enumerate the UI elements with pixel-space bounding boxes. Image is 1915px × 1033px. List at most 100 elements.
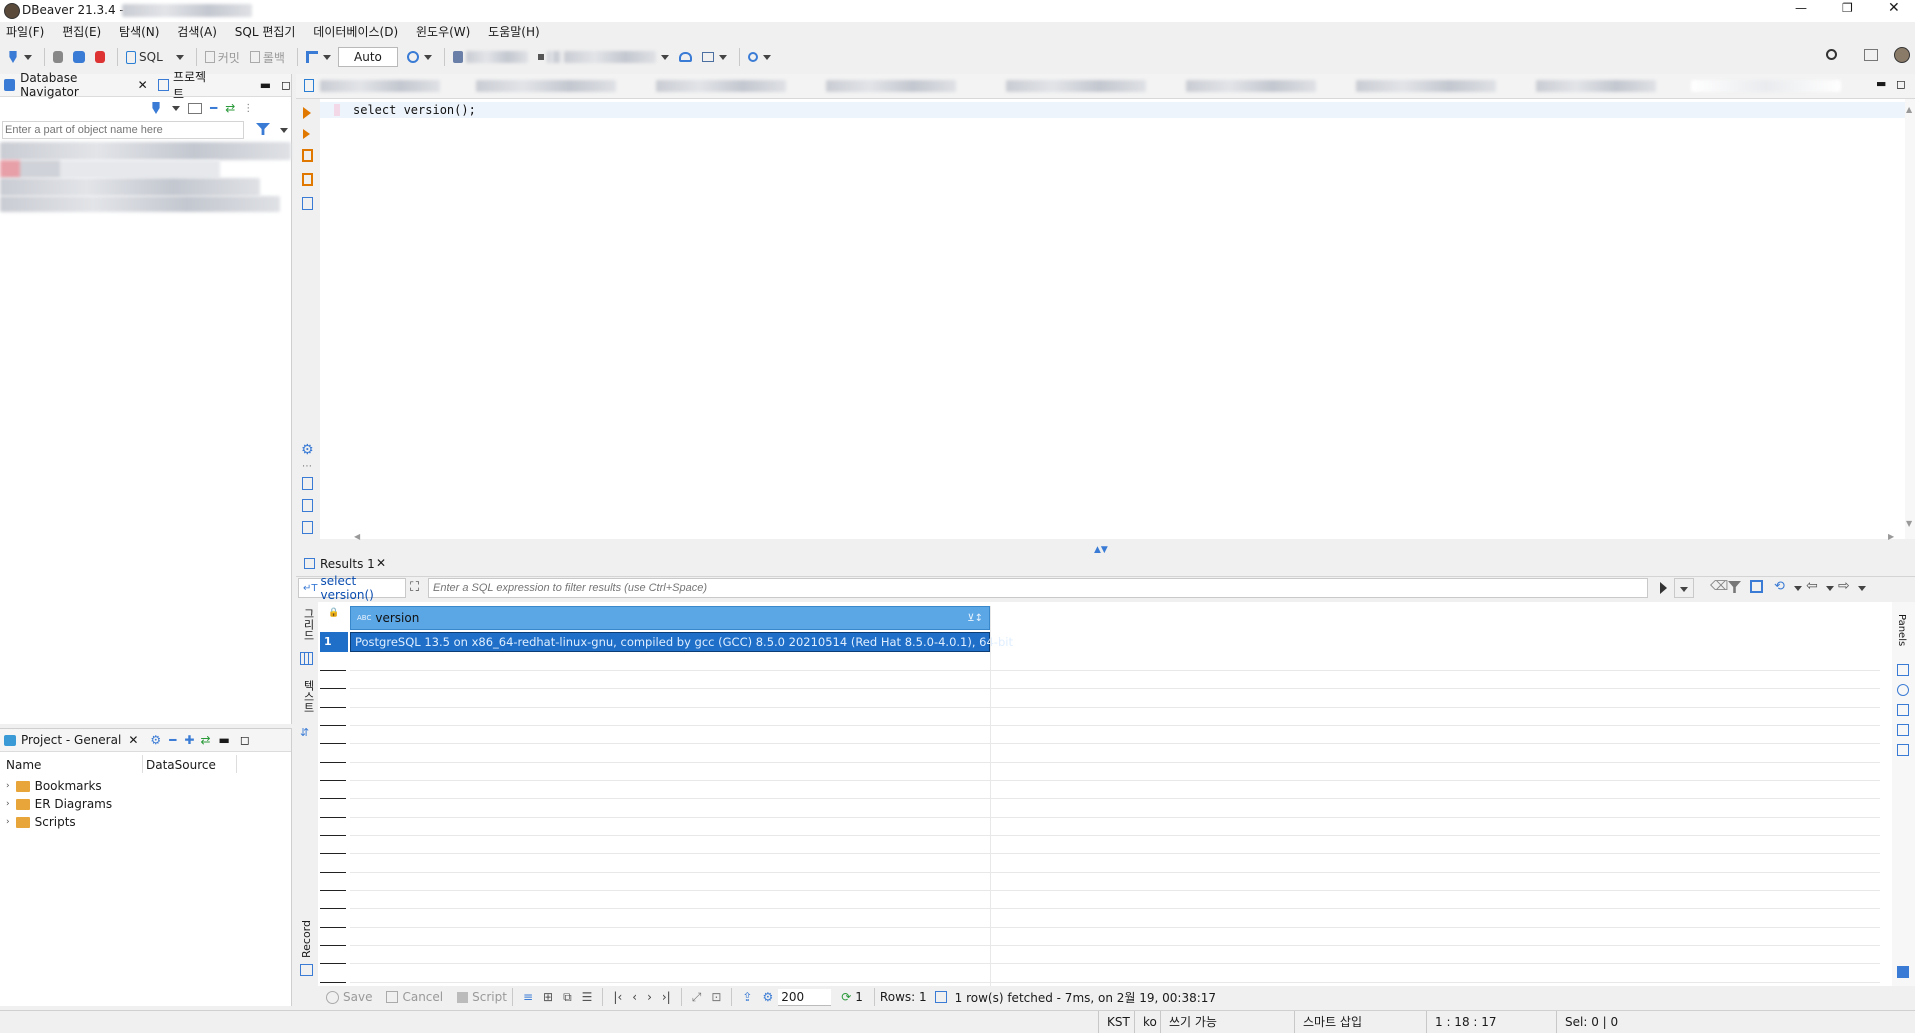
global-search-icon[interactable] [1826, 49, 1837, 60]
project-link-icon[interactable]: ⇄ [200, 733, 210, 747]
open-perspective-icon[interactable] [1864, 49, 1878, 61]
close-button[interactable]: ✕ [1888, 0, 1900, 16]
column-header-name[interactable]: Name [6, 758, 41, 772]
tools-button[interactable] [699, 46, 730, 68]
editor-settings-icon[interactable]: ⚙ [301, 442, 314, 458]
row-number-cell[interactable]: 1 [320, 632, 348, 652]
results-filter-input[interactable] [428, 578, 1648, 598]
scroll-up-icon[interactable]: ▲ [1906, 105, 1912, 114]
cancel-results-button[interactable]: Cancel [386, 990, 443, 1004]
sql-editor[interactable]: ⚙ ⋯ select version(); ▲ ▼ ◀ ▶ [296, 99, 1915, 541]
link-editor-icon[interactable]: ⇄ [225, 101, 235, 115]
new-folder-icon[interactable] [188, 102, 202, 114]
fetch-size-input[interactable]: 200 [778, 988, 832, 1006]
save-filter-icon[interactable] [1750, 580, 1763, 593]
editor-tab-7[interactable] [1356, 80, 1496, 92]
tree-item-bookmarks[interactable]: › Bookmarks [6, 777, 112, 795]
tab-project[interactable]: 프로젝트 [173, 68, 214, 102]
explain-button[interactable] [676, 46, 695, 68]
fetch-settings-icon[interactable]: ⚙ [762, 990, 773, 1004]
editor-minimize-icon[interactable]: ▬ [1876, 77, 1886, 90]
copy-row-icon[interactable]: ⧉ [563, 990, 572, 1005]
version-cell[interactable]: PostgreSQL 13.5 on x86_64-redhat-linux-g… [355, 635, 1013, 649]
apply-filter-icon[interactable] [1660, 582, 1667, 594]
navigator-filter-input[interactable] [2, 121, 244, 139]
table-row[interactable]: PostgreSQL 13.5 on x86_64-redhat-linux-g… [350, 632, 1013, 652]
execute-in-new-tab-icon[interactable] [303, 129, 310, 139]
previous-page-icon[interactable]: ‹ [632, 990, 637, 1004]
grid-view-toggle[interactable]: 그리드 [300, 608, 316, 641]
first-page-icon[interactable]: |‹ [613, 990, 622, 1004]
menu-sql-editor[interactable]: SQL 편집기 [235, 25, 296, 39]
menu-file[interactable]: 파일(F) [6, 25, 44, 39]
fetch-next-icon[interactable]: ⤢ [692, 990, 702, 1005]
project-maximize-icon[interactable]: ◻ [240, 733, 250, 747]
close-results-tab-icon[interactable]: ✕ [376, 556, 386, 570]
export-file-icon[interactable] [302, 521, 313, 534]
execute-script-icon[interactable] [302, 149, 313, 162]
clear-filter-icon[interactable]: ⌫ [1710, 579, 1728, 594]
save-file-icon[interactable] [302, 499, 313, 512]
panels-icon-3[interactable] [1897, 704, 1909, 716]
tree-item-er-diagrams[interactable]: › ER Diagrams [6, 795, 112, 813]
editor-tab-3[interactable] [656, 80, 786, 92]
text-view-icon[interactable]: ⇵ [300, 726, 309, 739]
results-refresh-mode-icon[interactable]: ⟲ [1774, 579, 1785, 594]
refresh-results-icon[interactable]: ⟳ [841, 990, 851, 1004]
explain-plan-icon[interactable] [302, 197, 313, 210]
editor-tab-active[interactable] [1691, 80, 1841, 92]
edit-row-icon[interactable]: ≡ [523, 990, 533, 1004]
project-panel-title[interactable]: Project - General [21, 733, 121, 747]
maximize-panel-icon[interactable]: ◻ [281, 78, 291, 92]
add-row-icon[interactable]: ⊞ [543, 990, 553, 1004]
panels-icon-5[interactable] [1897, 744, 1909, 756]
record-mode-toggle[interactable]: Record [300, 920, 313, 958]
script-results-button[interactable]: Script [457, 990, 507, 1004]
editor-tab-2[interactable] [476, 80, 616, 92]
project-settings-icon[interactable]: ⚙ [150, 733, 161, 747]
minimize-panel-icon[interactable]: ▬ [260, 78, 271, 92]
rollback-button[interactable]: 롤백 [247, 46, 288, 68]
last-page-icon[interactable]: ›| [662, 990, 671, 1004]
fetch-all-icon[interactable]: ⊡ [711, 990, 721, 1004]
scroll-left-icon[interactable]: ◀ [354, 532, 360, 541]
filter-icon[interactable] [256, 123, 270, 135]
disconnect-button[interactable] [92, 46, 108, 68]
panels-icon-1[interactable] [1897, 664, 1909, 676]
scroll-right-icon[interactable]: ▶ [1888, 532, 1894, 541]
execute-script-new-tab-icon[interactable] [302, 173, 313, 186]
panels-icon-4[interactable] [1897, 724, 1909, 736]
editor-vertical-scrollbar[interactable] [1905, 99, 1915, 539]
scroll-down-icon[interactable]: ▼ [1906, 519, 1912, 528]
tab-database-navigator[interactable]: Database Navigator [20, 71, 131, 99]
close-project-tab-icon[interactable]: ✕ [128, 733, 138, 747]
save-results-button[interactable]: Save [326, 990, 372, 1004]
menu-window[interactable]: 윈도우(W) [416, 25, 470, 39]
project-expand-icon[interactable]: ✚ [184, 733, 194, 747]
view-menu-icon[interactable]: ⋮ [243, 103, 253, 114]
results-forward-icon[interactable]: ⇨ [1838, 578, 1850, 594]
text-view-toggle[interactable]: 텍스트 [300, 680, 316, 713]
column-header-datasource[interactable]: DataSource [146, 758, 216, 772]
editor-tab-1[interactable] [320, 80, 440, 92]
panels-icon-2[interactable] [1897, 684, 1909, 696]
maximize-button[interactable]: ❐ [1842, 1, 1853, 15]
filter-settings-icon[interactable] [1728, 581, 1741, 593]
panels-toggle[interactable]: Panels [1896, 614, 1907, 646]
menu-edit[interactable]: 편집(E) [62, 25, 101, 39]
close-navigator-tab-icon[interactable]: ✕ [138, 78, 148, 92]
active-datasource-selector[interactable] [450, 46, 531, 68]
editor-tab-8[interactable] [1536, 80, 1656, 92]
editor-tab-4[interactable] [826, 80, 956, 92]
search-tool-button[interactable] [745, 46, 774, 68]
project-collapse-icon[interactable]: ━ [169, 733, 176, 747]
reconnect-button[interactable] [70, 46, 88, 68]
sql-code-line[interactable]: select version(); [353, 103, 476, 117]
column-sort-filter-icon[interactable]: ⊻↕ [967, 613, 983, 624]
next-page-icon[interactable]: › [647, 990, 652, 1004]
tree-item-scripts[interactable]: › Scripts [6, 813, 112, 831]
open-file-icon[interactable] [302, 477, 313, 490]
filter-history-dropdown[interactable] [1674, 578, 1694, 598]
editor-tab-5[interactable] [1006, 80, 1146, 92]
menu-database[interactable]: 데이터베이스(D) [313, 25, 398, 39]
